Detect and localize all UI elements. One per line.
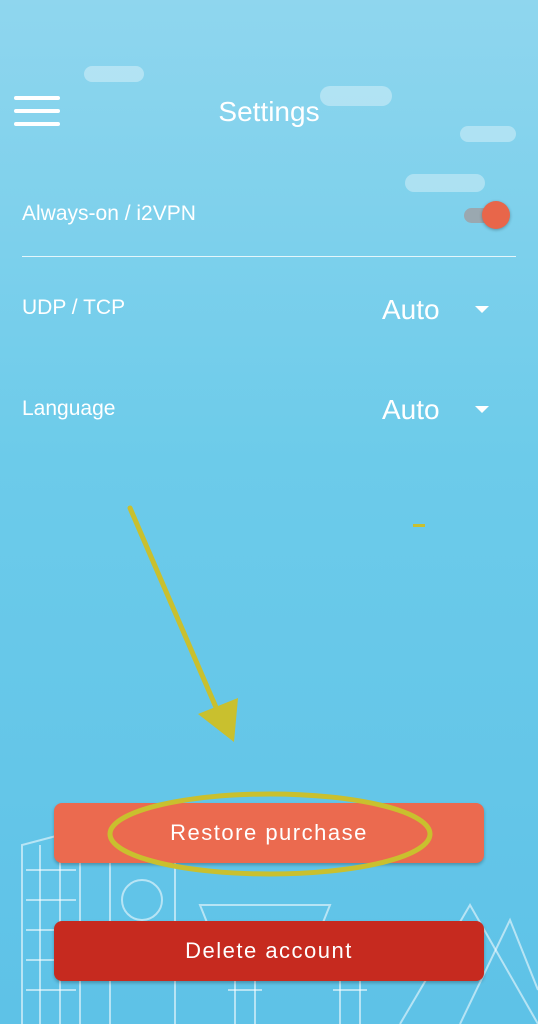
dropdown-arrow-icon	[475, 306, 489, 313]
protocol-value: Auto	[382, 294, 440, 325]
delete-account-button[interactable]: Delete account	[54, 921, 484, 981]
protocol-select[interactable]: Auto	[380, 288, 500, 332]
divider	[22, 256, 516, 257]
language-label: Language	[22, 397, 116, 420]
skyline-illustration	[21, 833, 538, 1024]
page-title: Settings	[218, 96, 320, 127]
dropdown-arrow-icon	[475, 406, 489, 413]
protocol-label: UDP / TCP	[22, 296, 126, 319]
always-on-label: Always-on / i2VPN	[22, 202, 196, 225]
toggle-thumb	[482, 201, 510, 229]
restore-purchase-button[interactable]: Restore purchase	[54, 803, 484, 863]
delete-account-label: Delete account	[185, 938, 353, 963]
restore-purchase-label: Restore purchase	[170, 820, 368, 845]
language-select[interactable]: Auto	[380, 388, 500, 432]
always-on-toggle[interactable]	[462, 200, 512, 230]
language-value: Auto	[382, 394, 440, 425]
